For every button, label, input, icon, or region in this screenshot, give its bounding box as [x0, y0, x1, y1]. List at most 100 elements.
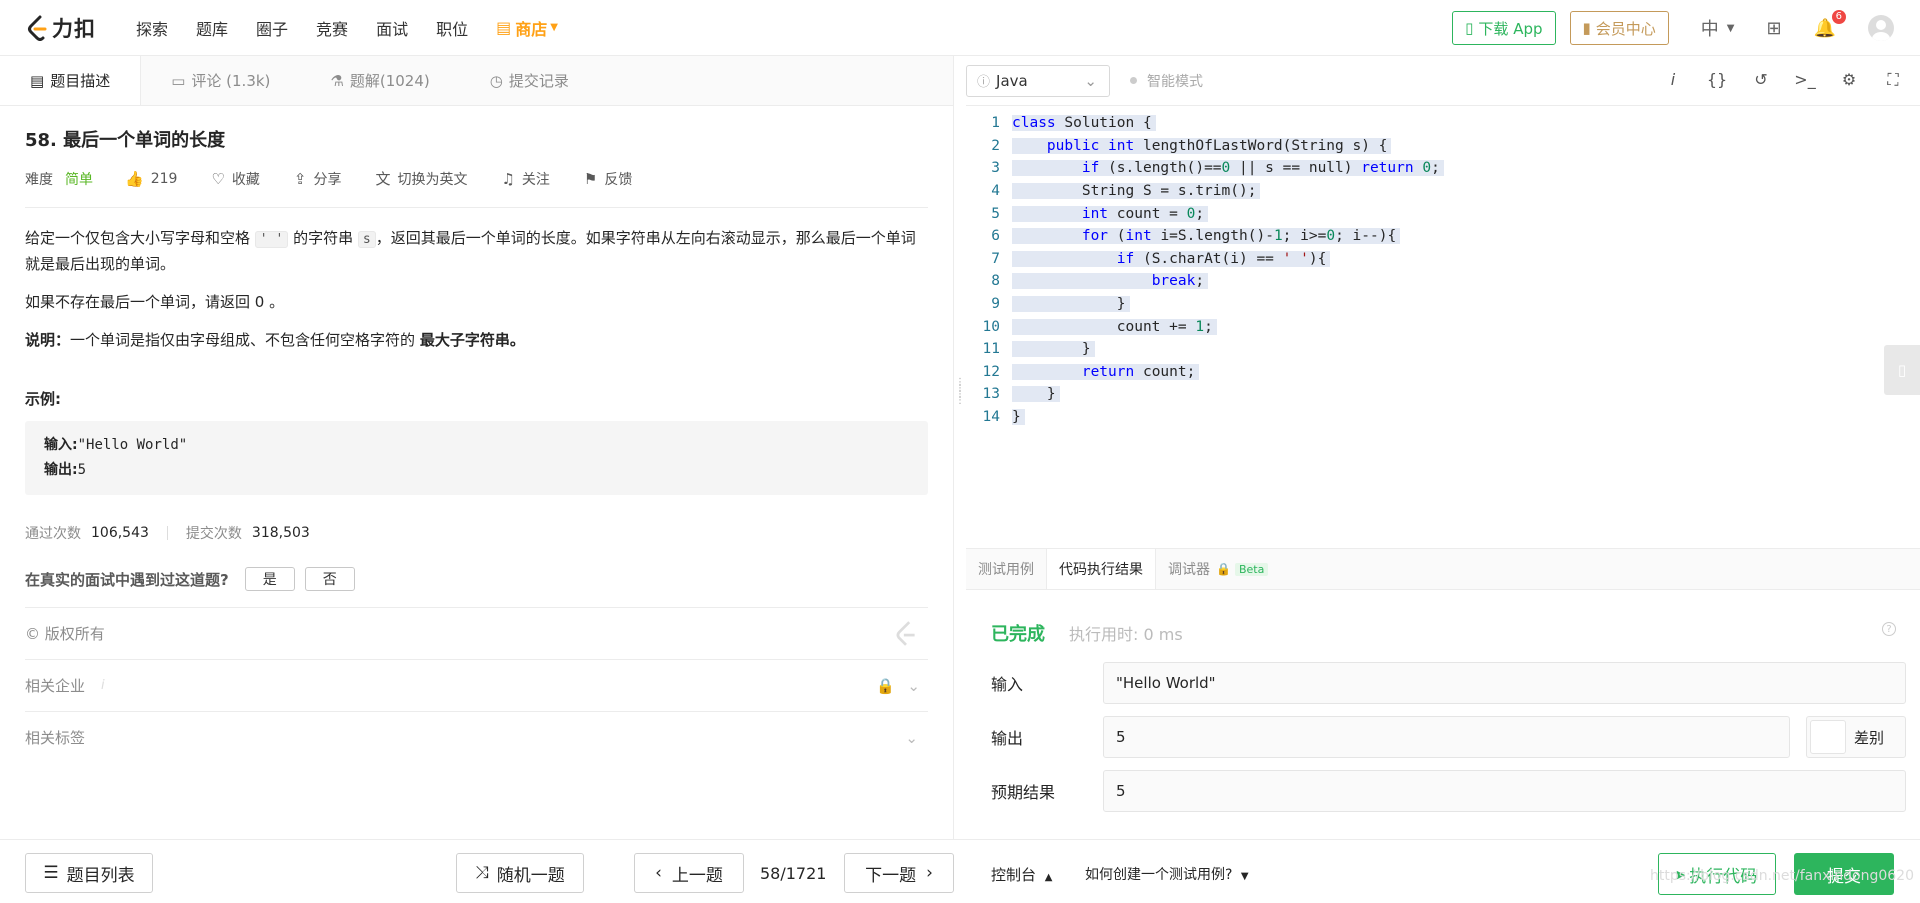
tab-label: 提交记录 [508, 72, 569, 90]
output-label: 输出 [991, 729, 1024, 748]
nav-jobs[interactable]: 职位 [436, 16, 468, 40]
switch-english-label: 切换为英文 [397, 171, 468, 188]
tab-testcase[interactable]: 测试用例 [966, 549, 1046, 589]
no-button[interactable]: 否 [304, 567, 355, 591]
code-line[interactable]: 12 return count; [966, 361, 1920, 384]
info-icon[interactable]: i [1662, 70, 1684, 90]
feedback-label: 反馈 [604, 171, 633, 188]
nav-discuss[interactable]: 圈子 [256, 16, 288, 40]
side-notes-tab[interactable]: ▯ [1884, 345, 1920, 395]
console-label: 控制台 [991, 866, 1037, 884]
code-line[interactable]: 7 if (S.charAt(i) == ' '){ [966, 248, 1920, 271]
prev-problem-button[interactable]: ‹ 上一题 [634, 853, 744, 893]
random-problem-button[interactable]: ⤨ 随机一题 [456, 853, 584, 893]
nav-explore[interactable]: 探索 [136, 16, 168, 40]
code-line[interactable]: 1 class Solution { [966, 112, 1920, 135]
example-output-label: 输出: [44, 462, 78, 478]
code-line[interactable]: 10 count += 1; [966, 315, 1920, 338]
input-row: 输入 "Hello World" [991, 662, 1906, 704]
how-to-create-testcase[interactable]: 如何创建一个测试用例? ▼ [1085, 864, 1249, 884]
language-select[interactable]: ⓘ Java ⌄ [966, 64, 1110, 97]
diff-label: 差别 [1854, 728, 1885, 747]
related-companies[interactable]: 相关企业 i 🔒 ⌄ [25, 659, 928, 711]
nav-interview[interactable]: 面试 [376, 16, 408, 40]
lock-icon: 🔒 [875, 676, 895, 695]
status-dot [1130, 77, 1137, 84]
random-label: 随机一题 [496, 865, 565, 886]
tab-submissions[interactable]: ◷ 提交记录 [460, 56, 599, 105]
yes-button[interactable]: 是 [244, 567, 295, 591]
avatar[interactable] [1868, 15, 1894, 41]
playground-icon[interactable]: ⊞ [1766, 18, 1781, 39]
prev-label: 上一题 [671, 865, 723, 886]
problem-list-button[interactable]: ☰ 题目列表 [25, 853, 153, 893]
chevron-down-icon: ⌄ [907, 676, 920, 695]
code-line[interactable]: 9 } [966, 293, 1920, 316]
code-line[interactable]: 14} [966, 406, 1920, 429]
code-line[interactable]: 8 break; [966, 270, 1920, 293]
problem-panel: ▤ 题目描述 ▭ 评论 (1.3k) ⚗ 题解(1024) ◷ 提交记录 58.… [0, 56, 954, 839]
braces-icon[interactable]: {} [1706, 70, 1728, 90]
code-line[interactable]: 6 for (int i=S.length()-1; i>=0; i--){ [966, 225, 1920, 248]
follow-button[interactable]: ♫ 关注 [501, 169, 549, 189]
member-center-button[interactable]: ▮ 会员中心 [1569, 11, 1669, 45]
feedback-button[interactable]: ⚑ 反馈 [584, 169, 632, 189]
download-app-button[interactable]: ▯ 下载 App [1452, 11, 1556, 45]
share-label: 分享 [313, 171, 342, 188]
problem-stats: 通过次数 106,543 提交次数 318,503 [25, 523, 928, 543]
smart-mode-toggle[interactable]: 智能模式 [1130, 71, 1203, 91]
code-line[interactable]: 2 public int lengthOfLastWord(String s) … [966, 135, 1920, 158]
tab-debugger[interactable]: 调试器 🔒 Beta [1156, 549, 1280, 589]
code-editor[interactable]: 1 class Solution {2 public int lengthOfLa… [966, 106, 1920, 548]
nav-problems[interactable]: 题库 [196, 16, 228, 40]
code-line[interactable]: 4 String S = s.trim(); [966, 180, 1920, 203]
line-number: 8 [991, 273, 1000, 290]
example-title: 示例: [25, 390, 61, 408]
code-line[interactable]: 3 if (s.length()==0 || s == null) return… [966, 157, 1920, 180]
line-number: 3 [991, 160, 1000, 177]
line-number: 2 [991, 137, 1000, 154]
bell-icon[interactable]: 🔔 6 [1814, 9, 1846, 39]
code-line[interactable]: 11 } [966, 338, 1920, 361]
reset-icon[interactable]: ↺ [1750, 70, 1772, 90]
editor-panel: ⓘ Java ⌄ 智能模式 i {} ↺ >_ ⚙ ⛶ 1 class Solut… [966, 56, 1920, 839]
tab-description[interactable]: ▤ 题目描述 [0, 56, 142, 105]
switch-english-button[interactable]: 文 切换为英文 [375, 168, 467, 189]
caret-down-icon: ▼ [1726, 22, 1735, 34]
like-button[interactable]: 👍 219 [125, 170, 177, 188]
console-toggle[interactable]: 控制台 ▲ [991, 864, 1053, 885]
related-tags[interactable]: 相关标签 ⌄ [25, 711, 928, 763]
inline-code: ' ' [254, 231, 289, 248]
code-line[interactable]: 5 int count = 0; [966, 202, 1920, 225]
download-app-label: 下载 App [1478, 19, 1543, 38]
code-text: } [1012, 296, 1130, 313]
exec-time: 执行用时: 0 ms [1069, 625, 1183, 644]
panel-resize-handle[interactable]: ⋮ ⋮ ⋮ ⋮ [955, 378, 965, 450]
fullscreen-icon[interactable]: ⛶ [1882, 70, 1904, 90]
watermark-text: https://blog.csdn.net/fanxindong0620 [1649, 868, 1914, 884]
code-line[interactable]: 13 } [966, 383, 1920, 406]
line-number: 10 [982, 318, 1000, 335]
bell-icon: ♫ [501, 169, 515, 188]
nav-contest[interactable]: 竞赛 [316, 16, 348, 40]
help-icon[interactable]: ? [1882, 622, 1896, 636]
code-text: class Solution { [1012, 115, 1156, 132]
problem-meta: 难度 简单 👍 219 ♡ 收藏 ⇪ 分享 文 切换为英文 ♫ 关注 ⚑ 反馈 [25, 168, 928, 208]
problem-tabs: ▤ 题目描述 ▭ 评论 (1.3k) ⚗ 题解(1024) ◷ 提交记录 [0, 56, 953, 106]
next-problem-button[interactable]: 下一题 › [844, 853, 954, 893]
example-input-label: 输入: [44, 437, 78, 453]
tab-run-result[interactable]: 代码执行结果 [1046, 549, 1156, 589]
nav-store[interactable]: ▤ 商店 ▼ [496, 16, 558, 40]
share-button[interactable]: ⇪ 分享 [294, 169, 342, 189]
terminal-icon[interactable]: >_ [1794, 70, 1816, 90]
tab-comments[interactable]: ▭ 评论 (1.3k) [141, 56, 300, 105]
settings-icon[interactable]: ⚙ [1838, 70, 1860, 90]
tab-solutions[interactable]: ⚗ 题解(1024) [300, 56, 459, 105]
leetcode-logo[interactable]: 力扣 [26, 13, 96, 43]
top-navbar: 力扣 探索 题库 圈子 竞赛 面试 职位 ▤ 商店 ▼ ▯ 下载 App ▮ 会… [0, 0, 1920, 56]
code-text: } [1012, 386, 1060, 403]
chevron-down-icon: ⌄ [1084, 71, 1097, 90]
favorite-button[interactable]: ♡ 收藏 [211, 169, 259, 189]
language-switch[interactable]: 中 ▼ [1701, 15, 1735, 41]
diff-toggle[interactable]: 差别 [1806, 716, 1906, 758]
